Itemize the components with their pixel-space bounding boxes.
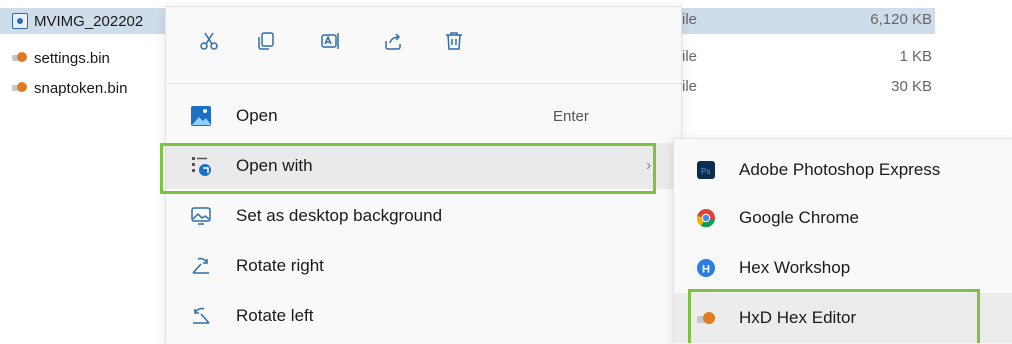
chrome-icon (696, 208, 716, 228)
file-size: 1 KB (899, 48, 932, 65)
file-type: ile (682, 48, 698, 65)
menu-item-rotate-right[interactable]: Rotate right (166, 243, 681, 289)
menu-item-label: Set as desktop background (236, 206, 443, 225)
menu-divider (166, 83, 681, 84)
submenu-item-hex-workshop[interactable]: H Hex Workshop (674, 243, 1012, 293)
menu-item-label: Rotate right (236, 256, 324, 275)
share-icon[interactable] (375, 23, 411, 59)
open-with-icon (190, 155, 212, 177)
image-file-icon (12, 13, 28, 29)
file-name: MVIMG_202202 (34, 12, 144, 30)
menu-item-label: Open (236, 106, 278, 125)
photos-icon (190, 105, 212, 127)
file-size: 30 KB (891, 78, 932, 95)
context-menu-toolbar (166, 23, 681, 63)
chevron-right-icon: › (646, 157, 652, 174)
rotate-right-icon (190, 255, 212, 277)
menu-item-open[interactable]: Open Enter (166, 93, 681, 139)
menu-item-set-background[interactable]: Set as desktop background (166, 193, 681, 239)
hex-workshop-icon: H (696, 258, 716, 278)
delete-icon[interactable] (436, 23, 472, 59)
file-name: snaptoken.bin (34, 79, 128, 97)
bin-file-icon (12, 50, 28, 66)
submenu-item-photoshop-express[interactable]: Ps Adobe Photoshop Express (674, 145, 1012, 195)
rename-icon[interactable] (313, 23, 349, 59)
open-with-submenu: Ps Adobe Photoshop Express Google Chrome… (673, 138, 1012, 344)
submenu-item-google-chrome[interactable]: Google Chrome (674, 193, 1012, 243)
menu-item-label: Open with (236, 156, 313, 175)
context-menu: Open Enter Open with › Set as desktop ba… (165, 6, 682, 344)
svg-text:H: H (702, 264, 710, 276)
file-type: ile (682, 11, 698, 28)
submenu-item-hxd-hex-editor[interactable]: HxD Hex Editor (674, 293, 1012, 343)
bin-file-icon (12, 80, 28, 96)
photoshop-express-icon: Ps (696, 160, 716, 180)
file-row-mvimg[interactable]: MVIMG_202202 (0, 8, 177, 34)
file-size: 6,120 KB (870, 11, 932, 28)
cut-icon[interactable] (191, 23, 227, 59)
rotate-left-icon (190, 305, 212, 327)
file-row-snaptoken[interactable]: snaptoken.bin (0, 75, 127, 101)
submenu-item-label: Adobe Photoshop Express (739, 160, 941, 179)
hxd-icon (696, 308, 716, 328)
svg-text:Ps: Ps (701, 167, 710, 176)
submenu-item-label: Hex Workshop (739, 258, 851, 277)
file-name: settings.bin (34, 49, 110, 67)
menu-item-open-with[interactable]: Open with › (166, 143, 681, 189)
copy-icon[interactable] (248, 23, 284, 59)
shortcut-text: Enter (553, 107, 589, 125)
file-row-settings[interactable]: settings.bin (0, 45, 110, 71)
desktop-background-icon (190, 205, 212, 227)
file-type: ile (682, 78, 698, 95)
submenu-item-label: HxD Hex Editor (739, 308, 857, 327)
submenu-item-label: Google Chrome (739, 208, 860, 227)
menu-item-label: Rotate left (236, 306, 314, 325)
menu-item-rotate-left[interactable]: Rotate left (166, 293, 681, 339)
